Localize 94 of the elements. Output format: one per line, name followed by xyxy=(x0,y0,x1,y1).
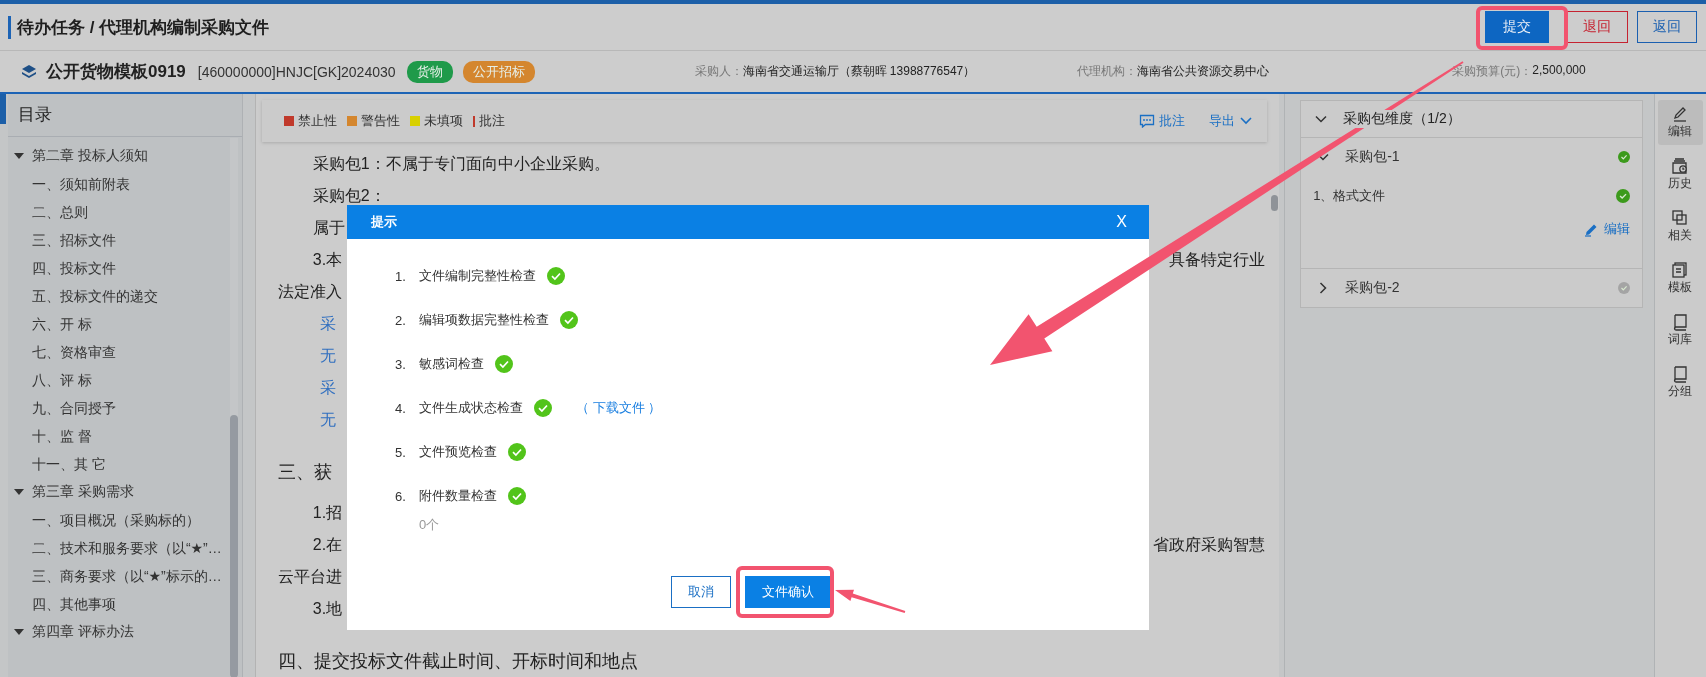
chevron-down-icon xyxy=(1239,116,1254,126)
check-number: 4. xyxy=(395,400,407,416)
field-value: 海南省交通运输厅（蔡朝晖 13988776547） xyxy=(742,63,976,80)
document-text: 1.招 xyxy=(311,502,343,523)
legend-label: 批注 xyxy=(478,112,505,130)
close-button[interactable]: X xyxy=(1114,213,1129,231)
tool-history-button[interactable]: 历史 xyxy=(1657,152,1703,197)
check-label: 敏感词检查 xyxy=(419,355,484,373)
scrollbar-thumb[interactable] xyxy=(1271,195,1279,211)
page-title: 待办任务 / 代理机构编制采购文件 xyxy=(8,15,270,39)
toc-title: 目录 xyxy=(7,94,242,137)
toc-item[interactable]: 四、投标文件 xyxy=(7,254,242,282)
scrollbar-thumb[interactable] xyxy=(229,415,238,677)
toc-item[interactable]: 八、评 标 xyxy=(7,366,242,394)
tool-glossary-button[interactable]: 词库 xyxy=(1657,308,1703,353)
field-label: 代理机构： xyxy=(1077,63,1138,80)
document-text: 云平台进 xyxy=(277,566,342,587)
tag: 公开招标 xyxy=(462,60,535,83)
check-number: 6. xyxy=(395,488,407,504)
field-label: 采购人： xyxy=(694,63,743,80)
toc-item[interactable]: 十一、其 它 xyxy=(7,450,242,478)
package-name[interactable]: 采购包-2 xyxy=(1345,279,1400,297)
check-number: 5. xyxy=(395,444,407,460)
download-link[interactable]: （ 下载文件 ） xyxy=(576,399,662,417)
confirm-button[interactable]: 文件确认 xyxy=(745,576,831,608)
check-label: 文件编制完整性检查 xyxy=(419,267,536,285)
legend-label: 禁止性 xyxy=(297,112,337,130)
submit-button[interactable]: 提交 xyxy=(1485,11,1549,43)
toc-chapter[interactable]: 第二章 投标人须知 xyxy=(31,147,148,165)
legend-label: 警告性 xyxy=(360,112,400,130)
template-icon xyxy=(1671,261,1690,279)
document-text: 具备特定行业 xyxy=(1169,249,1266,270)
book-icon xyxy=(1671,365,1690,383)
toc-item[interactable]: 一、项目概况（采购标的） xyxy=(7,506,242,534)
project-code: [460000000]HNJC[GK]2024030 xyxy=(197,63,396,80)
toc-item[interactable]: 一、须知前附表 xyxy=(7,170,242,198)
reject-button[interactable]: 退回 xyxy=(1566,11,1628,43)
toc-item[interactable]: 三、招标文件 xyxy=(7,226,242,254)
document-text: 法定准入 xyxy=(277,281,342,302)
field-value: 2,500,000 xyxy=(1532,63,1586,79)
toc-chapter[interactable]: 第四章 评标办法 xyxy=(31,623,134,641)
document-text: 采购包2： xyxy=(311,185,386,206)
copy-icon xyxy=(1671,209,1690,227)
book-icon xyxy=(1671,313,1690,331)
attachment-count: 0个 xyxy=(418,516,441,534)
toc-item[interactable]: 十、监 督 xyxy=(7,422,242,450)
toc-item[interactable]: 五、投标文件的递交 xyxy=(7,282,242,310)
back-button[interactable]: 返回 xyxy=(1637,11,1697,43)
tool-edit-button[interactable]: 编辑 xyxy=(1657,100,1703,145)
toc-item[interactable]: 七、资格审查 xyxy=(7,338,242,366)
caret-icon[interactable] xyxy=(13,152,24,160)
active-indicator xyxy=(0,94,6,124)
check-number: 1. xyxy=(395,268,407,284)
document-text: 3.本 xyxy=(311,249,343,270)
document-text: 3.地 xyxy=(311,598,343,619)
check-label: 文件预览检查 xyxy=(419,443,497,461)
document-text: 采购包1：不属于专门面向中小企业采购。 xyxy=(311,153,610,174)
tool-group-button[interactable]: 分组 xyxy=(1657,360,1703,405)
caret-icon[interactable] xyxy=(13,488,24,496)
history-icon xyxy=(1671,157,1690,175)
layers-icon xyxy=(20,62,38,81)
section-heading: 四、提交投标文件截止时间、开标时间和地点 xyxy=(277,649,638,673)
file-item[interactable]: 1、格式文件 xyxy=(1313,187,1386,205)
package-name[interactable]: 采购包-1 xyxy=(1345,148,1400,166)
document-text: 属于 xyxy=(311,217,345,238)
comment-icon xyxy=(1139,114,1156,128)
document-text: 2.在 xyxy=(311,534,343,555)
toc-item[interactable]: 六、开 标 xyxy=(7,310,242,338)
legend-label: 未填项 xyxy=(423,112,463,130)
field-label: 采购预算(元)： xyxy=(1452,63,1533,80)
section-heading: 三、获 xyxy=(277,460,332,484)
dialog-title: 提示 xyxy=(371,213,397,231)
check-number: 2. xyxy=(395,312,407,328)
toc-item[interactable]: 二、技术和服务要求（以“★”… xyxy=(7,534,242,562)
check-label: 编辑项数据完整性检查 xyxy=(419,311,549,329)
project-name: 公开货物模板0919 xyxy=(46,61,186,83)
annotation-arrow xyxy=(835,589,906,613)
toc-item[interactable]: 三、商务要求（以“★”标示的… xyxy=(7,562,242,590)
check-label: 附件数量检查 xyxy=(419,487,497,505)
tool-template-button[interactable]: 模板 xyxy=(1657,256,1703,301)
cancel-button[interactable]: 取消 xyxy=(671,576,731,608)
check-number: 3. xyxy=(395,356,407,372)
tag: 货物 xyxy=(406,60,453,83)
tool-related-button[interactable]: 相关 xyxy=(1657,204,1703,249)
check-label: 文件生成状态检查 xyxy=(419,399,523,417)
toc-item[interactable]: 四、其他事项 xyxy=(7,590,242,618)
toc-item[interactable]: 二、总则 xyxy=(7,198,242,226)
chevron-icon[interactable] xyxy=(1315,115,1328,123)
caret-icon[interactable] xyxy=(13,628,24,636)
chevron-icon[interactable] xyxy=(1319,282,1328,294)
toc-chapter[interactable]: 第三章 采购需求 xyxy=(31,483,134,501)
document-text: 省政府采购智慧 xyxy=(1153,534,1266,555)
toc-item[interactable]: 九、合同授予 xyxy=(7,394,242,422)
field-value: 海南省公共资源交易中心 xyxy=(1137,63,1270,80)
